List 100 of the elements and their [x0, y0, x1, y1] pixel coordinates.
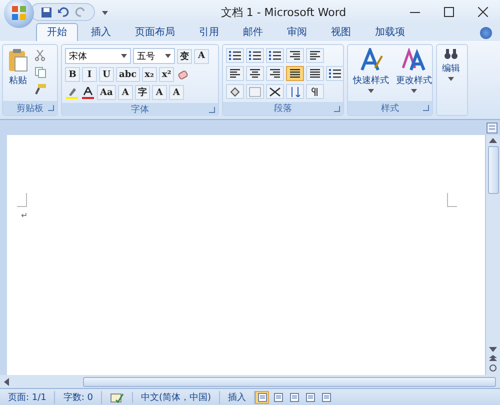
dialog-launcher-icon[interactable] [209, 107, 215, 113]
scroll-down-icon[interactable] [489, 347, 497, 352]
browse-object-icon[interactable] [489, 364, 497, 372]
ribbon-tab[interactable]: 开始 [36, 23, 78, 41]
styles-letters-icon [402, 48, 426, 72]
ribbon-tab[interactable]: 插入 [80, 23, 122, 41]
font-effect-button[interactable]: A [152, 85, 167, 100]
increase-indent-button[interactable] [306, 48, 324, 63]
styles-letter-icon [359, 48, 383, 72]
alignment-button[interactable] [246, 66, 264, 81]
line-spacing-button[interactable] [326, 66, 344, 81]
font-name-field[interactable]: 宋体 [65, 48, 131, 64]
horizontal-scrollbar-thumb[interactable] [82, 376, 496, 386]
margin-corner-mark [447, 193, 457, 207]
format-button[interactable]: abc [116, 67, 140, 82]
format-button[interactable]: I [82, 67, 97, 82]
font-effect-button[interactable]: A [118, 85, 133, 100]
distributed-align-icon [309, 68, 321, 78]
bullet-list-icon [229, 50, 241, 60]
dialog-launcher-icon[interactable] [334, 106, 340, 112]
right-align-icon [289, 50, 301, 60]
font-color-icon[interactable] [81, 86, 95, 100]
font-effect-button[interactable]: A [168, 85, 184, 100]
alignment-button[interactable] [266, 66, 284, 81]
ribbon-tab[interactable]: 视图 [320, 23, 362, 41]
format-button[interactable]: x² [158, 67, 174, 82]
view-button[interactable] [255, 390, 270, 404]
scroll-up-icon[interactable] [489, 138, 497, 143]
left-align-icon [229, 68, 241, 78]
view-button[interactable] [271, 390, 286, 404]
office-logo-icon [11, 5, 27, 21]
ribbon-tab[interactable]: 引用 [188, 23, 230, 41]
multilevel-list-icon [269, 50, 281, 60]
group-label: 段落 [274, 102, 292, 115]
ribbon-tab[interactable]: 邮件 [232, 23, 274, 41]
window-title: 文档 1 - Microsoft Word [220, 4, 348, 20]
dialog-launcher-icon[interactable] [423, 105, 429, 111]
numbered-list-icon [249, 50, 261, 60]
dropdown-caret-icon [411, 89, 417, 93]
line-spacing-icon [329, 68, 341, 78]
show-marks-button[interactable] [306, 84, 324, 99]
shading-button[interactable] [226, 84, 244, 99]
clipboard-icon [8, 48, 28, 72]
format-painter-icon[interactable] [33, 82, 47, 96]
decrease-indent-button[interactable] [286, 48, 304, 63]
alignment-button[interactable] [306, 66, 324, 81]
office-button[interactable] [4, 0, 34, 28]
font-effect-button[interactable]: Aa [97, 85, 116, 100]
borders-button[interactable] [246, 84, 264, 99]
undo-icon[interactable] [58, 7, 69, 17]
format-button[interactable]: U [99, 67, 114, 82]
sort-button[interactable] [286, 84, 304, 99]
save-icon[interactable] [41, 6, 52, 18]
numbering-button[interactable] [246, 48, 264, 63]
view-button[interactable] [303, 390, 318, 404]
center-align-icon [249, 68, 261, 78]
font-size-field[interactable]: 五号 [133, 48, 175, 64]
character-border-button[interactable]: A [194, 48, 209, 64]
dropdown-caret-icon [121, 54, 127, 58]
view-button[interactable] [287, 390, 302, 404]
dropdown-caret-icon [368, 89, 374, 93]
group-label: 字体 [131, 104, 149, 116]
sort-icon [289, 86, 301, 96]
page-count[interactable]: 页面: 1/1 [0, 390, 56, 404]
change-styles-button[interactable]: 更改样式 [394, 48, 434, 98]
ruler-toggle-icon[interactable] [486, 122, 498, 134]
quick-styles-button[interactable]: 快速样式 [351, 48, 391, 98]
highlighter-icon[interactable] [65, 86, 79, 100]
help-icon[interactable] [480, 27, 492, 39]
dropdown-caret-icon [448, 77, 454, 81]
customize-caret-icon[interactable] [101, 8, 109, 16]
phonetic-guide-button[interactable]: 变 [177, 48, 192, 64]
language-status[interactable]: 中文(简体，中国) [133, 390, 220, 404]
binoculars-icon [444, 48, 458, 60]
right-align-icon [269, 68, 281, 78]
ribbon-tab[interactable]: 加载项 [364, 23, 416, 41]
scroll-left-icon[interactable] [4, 378, 9, 386]
format-button[interactable]: B [65, 67, 80, 82]
alignment-button[interactable] [286, 66, 304, 81]
document-page[interactable]: ↵ [0, 135, 485, 375]
group-label: 样式 [381, 102, 399, 114]
font-effect-button[interactable]: 字 [134, 85, 150, 100]
word-count[interactable]: 字数: 0 [55, 390, 102, 404]
alignment-button[interactable] [226, 66, 244, 81]
paragraph-mark: ↵ [21, 211, 28, 220]
justify-align-icon [289, 68, 301, 78]
view-button[interactable] [319, 390, 334, 404]
previous-page-icon[interactable] [489, 355, 497, 361]
cut-icon[interactable] [33, 48, 47, 62]
multilevel-list-button[interactable] [266, 48, 284, 63]
chinese-layout-button[interactable] [266, 84, 284, 99]
ribbon-tab[interactable]: 审阅 [276, 23, 318, 41]
paste-button[interactable]: 粘贴 [6, 48, 30, 98]
format-button[interactable]: x₂ [142, 67, 157, 82]
dialog-launcher-icon[interactable] [48, 105, 54, 111]
bullets-button[interactable] [226, 48, 244, 63]
dropdown-caret-icon [165, 54, 171, 58]
proofing-book-icon[interactable] [110, 392, 124, 402]
ribbon-tab[interactable]: 页面布局 [124, 23, 186, 41]
vertical-scrollbar-thumb[interactable] [488, 146, 498, 194]
